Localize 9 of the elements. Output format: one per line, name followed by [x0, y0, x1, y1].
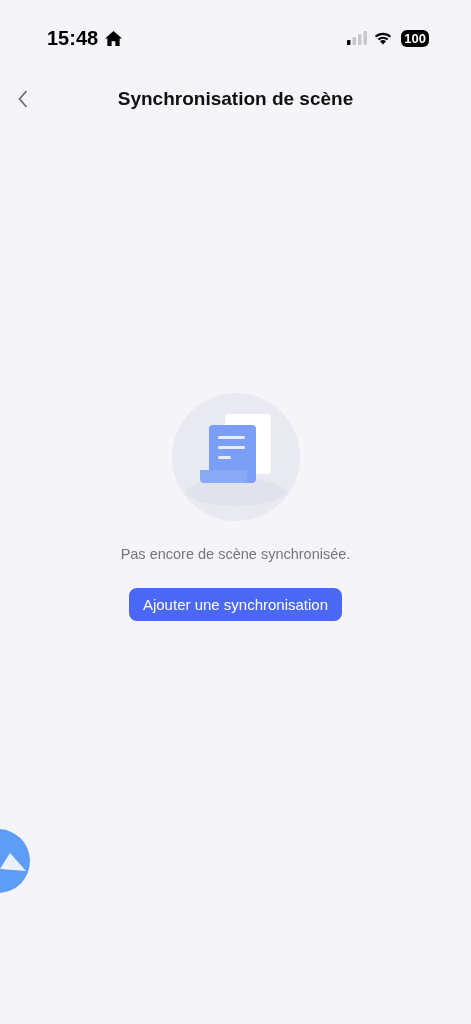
- page-title: Synchronisation de scène: [117, 88, 354, 110]
- battery-indicator: 100: [401, 29, 429, 47]
- mountain-icon: [0, 853, 26, 871]
- add-sync-button[interactable]: Ajouter une synchronisation: [128, 588, 343, 621]
- status-time: 15:48: [47, 26, 99, 50]
- wifi-icon: [373, 31, 394, 45]
- signal-icon: [347, 31, 368, 45]
- empty-message: Pas encore de scène synchronisée.: [120, 546, 351, 562]
- home-icon: [104, 29, 124, 47]
